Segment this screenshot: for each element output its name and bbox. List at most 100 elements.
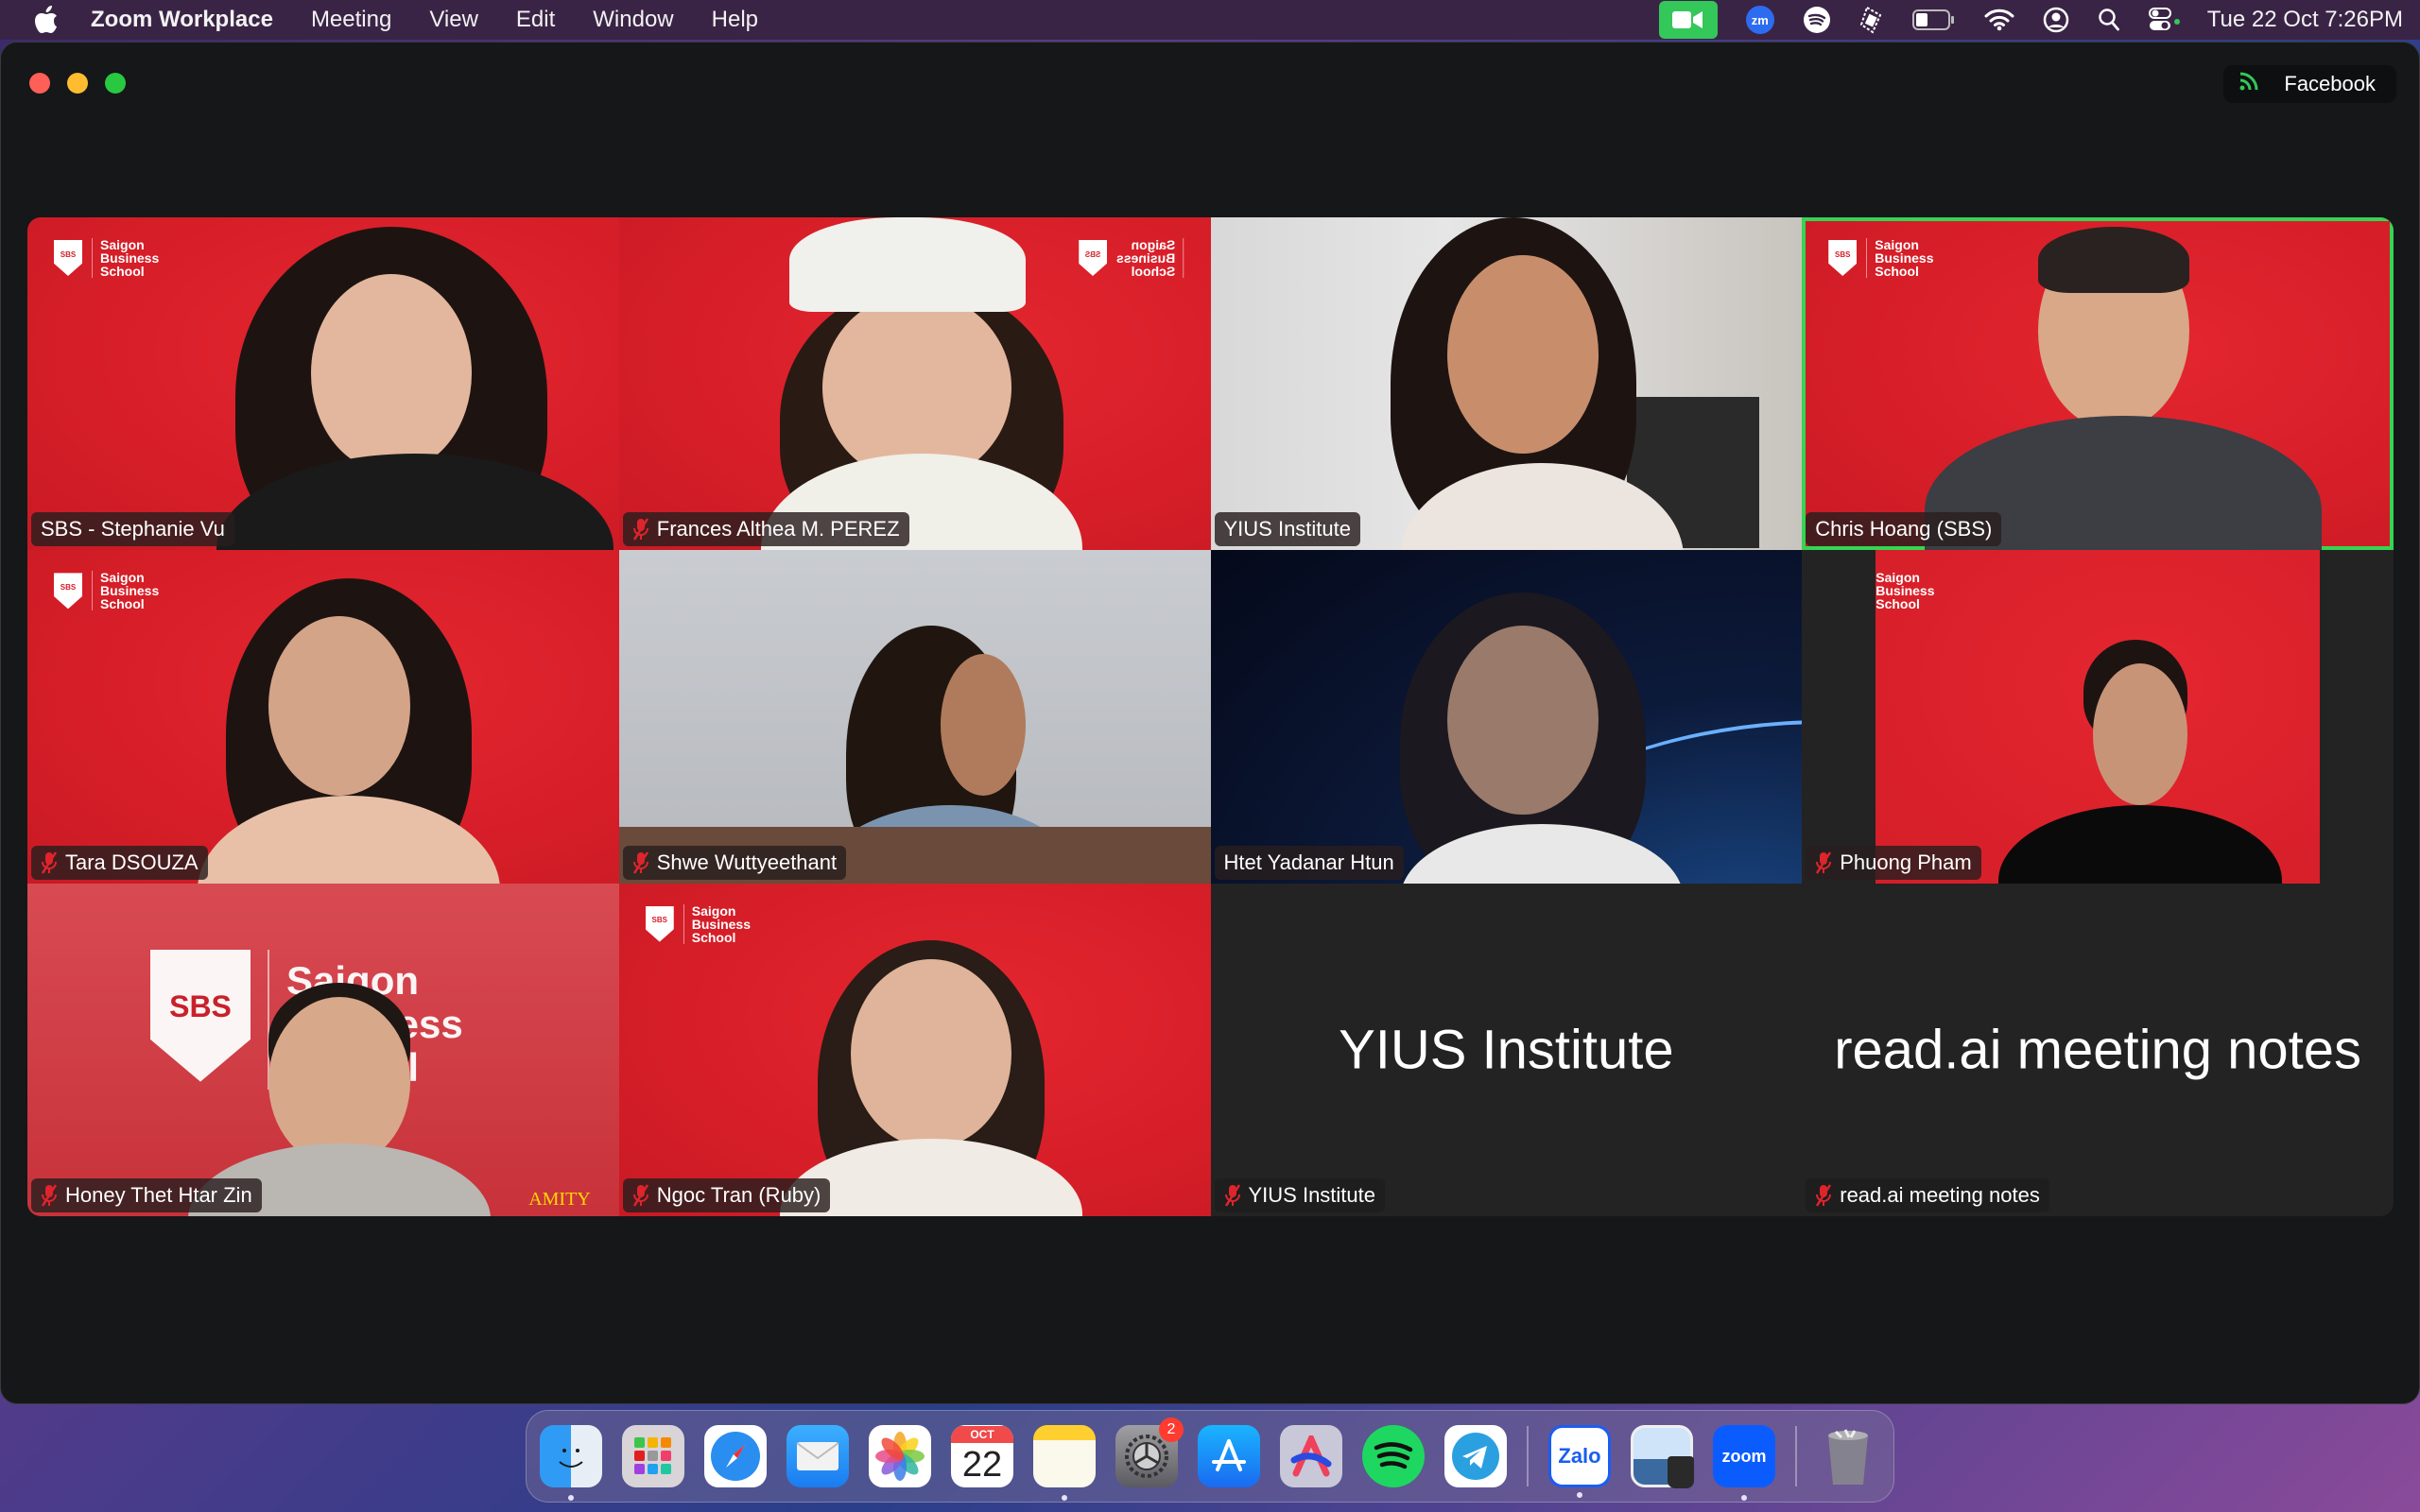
participant-tile[interactable]: SBS Saigon Business School Ngoc Tran (Ruby… bbox=[618, 883, 1211, 1216]
running-indicator bbox=[1062, 1495, 1067, 1501]
notification-badge: 2 bbox=[1159, 1418, 1184, 1442]
dock-arc-browser-icon[interactable] bbox=[1280, 1425, 1342, 1487]
dock: OCT 22 2 Zalo zoom bbox=[526, 1410, 1894, 1503]
running-indicator bbox=[1577, 1492, 1582, 1498]
participant-name-tag: Htet Yadanar Htun bbox=[1214, 845, 1404, 880]
muted-mic-icon bbox=[41, 1184, 58, 1207]
participant-tile[interactable]: Saigon Business School Phuong Pham bbox=[1802, 550, 2394, 884]
zoom-app-label: zoom bbox=[1721, 1446, 1767, 1466]
logo-line: School bbox=[1876, 596, 1920, 612]
participant-name: Ngoc Tran (Ruby) bbox=[656, 1183, 821, 1207]
participant-name: Phuong Pham bbox=[1840, 850, 1972, 874]
amity-logo: AMITY bbox=[528, 1189, 591, 1210]
muted-mic-icon bbox=[1815, 850, 1832, 874]
participant-name: Tara DSOUZA bbox=[65, 850, 199, 874]
dock-safari-icon[interactable] bbox=[704, 1425, 767, 1487]
sbs-logo: SBS Saigon Business School bbox=[645, 903, 751, 944]
fullscreen-window-button[interactable] bbox=[105, 73, 126, 94]
logo-line: Business bbox=[100, 583, 160, 599]
facetime-video-icon[interactable] bbox=[1658, 1, 1718, 39]
dock-system-settings-icon[interactable]: 2 bbox=[1115, 1418, 1184, 1487]
menu-clock[interactable]: Tue 22 Oct 7:26PM bbox=[2207, 7, 2403, 33]
participant-face bbox=[268, 616, 410, 797]
menu-view[interactable]: View bbox=[429, 7, 478, 33]
participant-tile-video-off[interactable]: read.ai meeting notes read.ai meeting no… bbox=[1802, 883, 2394, 1216]
participant-name: YIUS Institute bbox=[1248, 1183, 1376, 1207]
participant-tile[interactable]: SBS Saigon Business School Tara DSOUZA bbox=[27, 550, 619, 884]
participant-name: read.ai meeting notes bbox=[1840, 1183, 2040, 1207]
dock-zoom-icon[interactable]: zoom bbox=[1713, 1425, 1775, 1501]
participant-name-tag: Honey Thet Htar Zin bbox=[31, 1178, 262, 1212]
minimize-window-button[interactable] bbox=[67, 73, 88, 94]
dock-notes-icon[interactable] bbox=[1033, 1425, 1096, 1501]
participant-tile[interactable]: Shwe Wuttyeethant bbox=[618, 550, 1211, 884]
sbs-logo: SBS Saigon Business School bbox=[54, 571, 160, 612]
participant-tile[interactable]: Htet Yadanar Htun bbox=[1210, 550, 1803, 884]
participant-display-name: YIUS Institute bbox=[1339, 1019, 1674, 1081]
participant-face bbox=[311, 274, 472, 472]
live-stream-indicator[interactable]: Facebook bbox=[2223, 65, 2396, 103]
menu-extras: zm Tue 22 Oct 7:26PM bbox=[1658, 0, 2403, 40]
sbs-shield-icon: SBS bbox=[1079, 240, 1107, 276]
dock-preview-icon[interactable] bbox=[1631, 1425, 1694, 1488]
participant-name: Honey Thet Htar Zin bbox=[65, 1183, 252, 1207]
apple-menu-icon[interactable] bbox=[34, 6, 59, 34]
sbs-logo: SBS Saigon Business School bbox=[54, 238, 159, 278]
zoom-menu-icon[interactable]: zm bbox=[1745, 6, 1774, 34]
sbs-shield-icon: SBS bbox=[150, 949, 251, 1082]
menu-help[interactable]: Help bbox=[712, 7, 758, 33]
live-stream-destination: Facebook bbox=[2284, 72, 2376, 95]
sbs-logo-text: Saigon Business School bbox=[1876, 571, 1934, 610]
muted-mic-icon bbox=[41, 850, 58, 874]
logo-line: Saigon bbox=[100, 237, 145, 252]
stage-manager-icon[interactable] bbox=[1859, 6, 1884, 34]
running-indicator bbox=[568, 1495, 574, 1501]
logo-line: Saigon bbox=[1876, 570, 1920, 586]
spotify-icon[interactable] bbox=[1803, 6, 1831, 34]
zalo-label: Zalo bbox=[1558, 1444, 1601, 1468]
dock-launchpad-icon[interactable] bbox=[622, 1425, 684, 1487]
dock-app-store-icon[interactable] bbox=[1198, 1425, 1260, 1487]
logo-line: Saigon bbox=[1131, 237, 1176, 252]
sbs-shield-icon: SBS bbox=[1828, 240, 1858, 276]
battery-icon[interactable] bbox=[1911, 9, 1956, 30]
logo-line: School bbox=[1131, 264, 1176, 279]
participant-name: Htet Yadanar Htun bbox=[1223, 850, 1394, 874]
dock-mail-icon[interactable] bbox=[786, 1425, 849, 1487]
dock-zalo-icon[interactable]: Zalo bbox=[1548, 1425, 1611, 1498]
participant-hair bbox=[2038, 227, 2190, 293]
menu-app-name[interactable]: Zoom Workplace bbox=[91, 7, 273, 33]
menu-meeting[interactable]: Meeting bbox=[311, 7, 391, 33]
participant-body bbox=[1998, 805, 2283, 884]
menu-window[interactable]: Window bbox=[593, 7, 673, 33]
participant-tile[interactable]: SBS SaigonBusinessSchool AMITY Honey The… bbox=[27, 883, 619, 1216]
participant-name: SBS - Stephanie Vu bbox=[41, 517, 225, 541]
cap bbox=[788, 217, 1026, 312]
dock-spotify-icon[interactable] bbox=[1362, 1425, 1425, 1487]
participant-tile-active-speaker[interactable]: SBS Saigon Business School Chris Hoang (SB… bbox=[1802, 217, 2394, 551]
participant-name-tag: Frances Althea M. PEREZ bbox=[622, 512, 909, 547]
control-center-icon[interactable] bbox=[2148, 7, 2181, 33]
dock-photos-icon[interactable] bbox=[869, 1425, 931, 1487]
participant-tile[interactable]: YIUS Institute bbox=[1210, 217, 1803, 551]
dock-trash-icon[interactable] bbox=[1817, 1425, 1879, 1487]
loupe-icon bbox=[1668, 1456, 1694, 1488]
close-window-button[interactable] bbox=[29, 73, 50, 94]
muted-mic-icon bbox=[632, 518, 649, 541]
logo-line: School bbox=[1875, 264, 1919, 279]
participant-tile[interactable]: SBS Saigon Business School Frances Althea … bbox=[618, 217, 1211, 551]
sbs-shield-icon: SBS bbox=[645, 905, 674, 942]
menu-edit[interactable]: Edit bbox=[516, 7, 555, 33]
logo-line: School bbox=[100, 596, 145, 612]
user-account-icon[interactable] bbox=[2043, 7, 2069, 33]
participant-tile[interactable]: SBS Saigon Business School SBS - Stephanie… bbox=[27, 217, 619, 551]
dock-calendar-icon[interactable]: OCT 22 bbox=[951, 1425, 1013, 1487]
dock-finder-icon[interactable] bbox=[540, 1425, 602, 1501]
participant-name: Shwe Wuttyeethant bbox=[656, 850, 838, 874]
wifi-icon[interactable] bbox=[1984, 9, 2014, 31]
participant-name-tag: Ngoc Tran (Ruby) bbox=[622, 1178, 831, 1212]
spotlight-search-icon[interactable] bbox=[2098, 8, 2120, 32]
participant-tile-video-off[interactable]: YIUS Institute YIUS Institute bbox=[1210, 883, 1803, 1216]
dock-telegram-icon[interactable] bbox=[1444, 1425, 1507, 1487]
participant-name-tag: YIUS Institute bbox=[1214, 512, 1361, 547]
